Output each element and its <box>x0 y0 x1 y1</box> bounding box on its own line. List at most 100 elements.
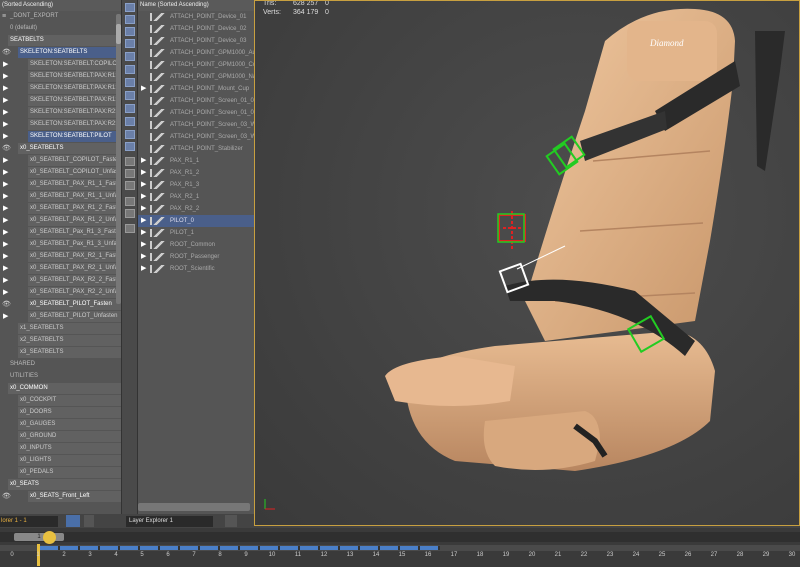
scene-horizontal-scrollbar[interactable] <box>138 503 250 511</box>
expand-arrow-icon[interactable]: ▶ <box>3 83 9 95</box>
scene-row[interactable]: ▶ ATTACH_POINT_Mount_Cup <box>138 83 254 95</box>
layer-row[interactable]: x0_LIGHTS <box>0 455 121 467</box>
layer-row[interactable]: ▶ x0_SEATBELT_PAX_R2_1_Unfasten <box>0 263 121 275</box>
layer-row[interactable]: 👁 SKELETON:SEATBELTS <box>0 47 121 59</box>
expand-arrow-icon[interactable]: ▶ <box>141 251 146 263</box>
scene-row[interactable]: ▶ PAX_R1_3 <box>138 179 254 191</box>
groups-filter-icon[interactable] <box>125 104 135 113</box>
display-none-icon[interactable] <box>125 3 135 12</box>
visibility-eye-icon[interactable]: 👁 <box>2 299 11 311</box>
scene-panel-header[interactable]: Name (Sorted Ascending) <box>138 0 254 11</box>
lights-filter-icon[interactable] <box>125 52 135 61</box>
scene-row[interactable]: ▶ ROOT_Common <box>138 239 254 251</box>
expand-arrow-icon[interactable]: ▶ <box>3 119 9 131</box>
layer-row[interactable]: x0_GROUND <box>0 431 121 443</box>
expand-arrow-icon[interactable]: ▶ <box>3 215 9 227</box>
expand-arrow-icon[interactable]: ▶ <box>3 239 9 251</box>
expand-arrow-icon[interactable]: ▶ <box>3 167 9 179</box>
hierarchy-toggle-icon[interactable] <box>84 515 94 527</box>
filter-options-icon[interactable] <box>125 209 135 218</box>
time-slider[interactable]: 1 <box>14 533 64 541</box>
scene-row[interactable]: ATTACH_POINT_Screen_01_02 <box>138 107 254 119</box>
scene-row[interactable]: ATTACH_POINT_Screen_01_01 <box>138 95 254 107</box>
scene-row[interactable]: ATTACH_POINT_Device_01 <box>138 11 254 23</box>
expand-arrow-icon[interactable]: ▶ <box>141 215 146 227</box>
expand-arrow-icon[interactable]: ▶ <box>141 83 146 95</box>
containers-filter-icon[interactable] <box>125 142 135 151</box>
expand-arrow-icon[interactable]: ▶ <box>3 287 9 299</box>
bones-filter-icon[interactable] <box>125 130 135 139</box>
scene-row[interactable]: ▶ ROOT_Scientific <box>138 263 254 275</box>
layer-row[interactable]: x0_DOORS <box>0 407 121 419</box>
layer-row[interactable]: 👁 x0_SEATBELT_PILOT_Fasten <box>0 299 121 311</box>
expand-arrow-icon[interactable]: ▶ <box>141 239 146 251</box>
frozen-filter-icon[interactable] <box>125 157 135 166</box>
scene-row[interactable]: ATTACH_POINT_Screen_03_W <box>138 131 254 143</box>
expand-arrow-icon[interactable]: ▶ <box>3 203 9 215</box>
layer-row[interactable]: x3_SEATBELTS <box>0 347 121 359</box>
expand-arrow-icon[interactable]: ▶ <box>3 227 9 239</box>
scene-row[interactable]: ▶ PILOT_0 <box>138 215 254 227</box>
keyframes[interactable] <box>40 546 440 550</box>
explorer-selector[interactable]: lorer 1 - 1 <box>0 516 58 527</box>
layer-row[interactable]: x2_SEATBELTS <box>0 335 121 347</box>
time-slider-track[interactable] <box>0 532 800 542</box>
layer-row[interactable]: ▶ x0_SEATBELT_PAX_R2_2_Unfasten <box>0 287 121 299</box>
spacewarps-filter-icon[interactable] <box>125 91 135 100</box>
scene-row[interactable]: ATTACH_POINT_GPM1000_Nav <box>138 71 254 83</box>
layer-row[interactable]: ▶ x0_SEATBELT_PAX_R1_2_Unfasten <box>0 215 121 227</box>
layer-row[interactable]: ▶ SKELETON:SEATBELT:PAX:R1:3 <box>0 95 121 107</box>
layer-row[interactable]: x0_GAUGES <box>0 419 121 431</box>
visibility-eye-icon[interactable]: 👁 <box>2 143 11 155</box>
xrefs-filter-icon[interactable] <box>125 117 135 126</box>
layer-row[interactable]: ▶ x0_SEATBELT_PAX_R1_1_Unfasten <box>0 191 121 203</box>
hidden-filter-icon[interactable] <box>125 169 135 178</box>
layer-row[interactable]: 👁 x0_SEATBELTS <box>0 143 121 155</box>
expand-arrow-icon[interactable]: ▶ <box>3 59 9 71</box>
scene-row[interactable]: ▶ PAX_R2_2 <box>138 203 254 215</box>
layer-row[interactable]: x0_COMMON <box>0 383 121 395</box>
layers-toggle-icon[interactable] <box>66 515 80 527</box>
layer-row[interactable]: x0_INPUTS <box>0 443 121 455</box>
layer-row[interactable]: UTILITIES <box>0 371 121 383</box>
scene-row[interactable]: ATTACH_POINT_GPM1000_Audio <box>138 47 254 59</box>
expand-arrow-icon[interactable]: ▶ <box>3 179 9 191</box>
layer-row[interactable]: ≡ _DONT_EXPORT <box>0 11 121 23</box>
layer-row[interactable]: SHARED <box>0 359 121 371</box>
scene-row[interactable]: ATTACH_POINT_Screen_03_W <box>138 119 254 131</box>
layer-row[interactable]: x0_SEATS <box>0 479 121 491</box>
layer-row[interactable]: ▶ SKELETON:SEATBELT:PAX:R1:1 <box>0 71 121 83</box>
layer-row[interactable]: 👁 x0_SEATS_Front_Left <box>0 491 121 503</box>
layer-row[interactable]: ▶ x0_SEATBELT_PAX_R2_2_Fasten <box>0 275 121 287</box>
expand-arrow-icon[interactable]: ▶ <box>3 71 9 83</box>
gizmo-red[interactable] <box>498 211 526 251</box>
expand-arrow-icon[interactable]: ▶ <box>141 179 146 191</box>
layer-row[interactable]: 0 (default) <box>0 23 121 35</box>
layer-row[interactable]: x1_SEATBELTS <box>0 323 121 335</box>
cameras-filter-icon[interactable] <box>125 65 135 74</box>
expand-arrow-icon[interactable]: ▶ <box>141 203 146 215</box>
expand-arrow-icon[interactable]: ▶ <box>3 107 9 119</box>
expand-arrow-icon[interactable]: ▶ <box>3 131 9 143</box>
scene-row[interactable]: ATTACH_POINT_Device_02 <box>138 23 254 35</box>
scene-row[interactable]: ▶ PAX_R1_2 <box>138 167 254 179</box>
layer-row[interactable]: ▶ SKELETON:SEATBELT:PAX:R2:1 <box>0 107 121 119</box>
expand-arrow-icon[interactable]: ▶ <box>3 275 9 287</box>
layer-scrollbar[interactable] <box>116 14 121 304</box>
visibility-eye-icon[interactable]: 👁 <box>2 491 11 503</box>
viewport[interactable]: Tris: 628 257 0 Verts: 364 179 0 Diamond <box>254 0 800 526</box>
scene-row[interactable]: ▶ PILOT_1 <box>138 227 254 239</box>
expand-arrow-icon[interactable]: ▶ <box>3 191 9 203</box>
layer-row[interactable]: x0_COCKPIT <box>0 395 121 407</box>
display-all-icon[interactable] <box>125 15 135 24</box>
scene-row[interactable]: ▶ ROOT_Passenger <box>138 251 254 263</box>
scene-row[interactable]: ATTACH_POINT_GPM1000_Controller <box>138 59 254 71</box>
layer-row[interactable]: ▶ x0_SEATBELT_COPILOT_Fasten <box>0 155 121 167</box>
layer-row[interactable]: ▶ x0_SEATBELT_PILOT_Unfasten <box>0 311 121 323</box>
expand-arrow-icon[interactable]: ▶ <box>3 95 9 107</box>
layer-explorer-selector[interactable]: Layer Explorer 1 <box>126 516 213 527</box>
timeline[interactable]: 1 0 1 2 3 4 5 6 7 8 9 10 11 12 13 14 15 16 17 18 19 20 21 22 23… <box>0 528 800 567</box>
layer-row[interactable]: ▶ x0_SEATBELT_Pax_R1_3_Fasten <box>0 227 121 239</box>
shapes-filter-icon[interactable] <box>125 39 135 48</box>
properties-icon[interactable] <box>125 181 135 190</box>
